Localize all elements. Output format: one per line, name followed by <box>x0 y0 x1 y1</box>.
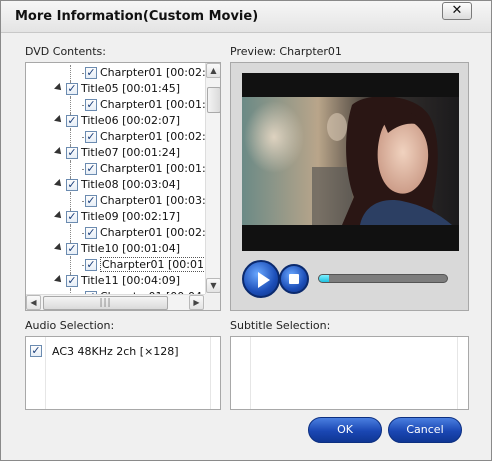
tree-node-chapter[interactable]: ✓Charpter01 [00:02:15 <box>26 65 205 81</box>
player-controls <box>242 259 459 301</box>
tree-node-chapter[interactable]: ✓Charpter01 [00:01:45 <box>26 97 205 113</box>
tree-node-checkbox[interactable]: ✓ <box>66 147 78 159</box>
tree-node-checkbox[interactable]: ✓ <box>85 131 97 143</box>
cancel-button[interactable]: Cancel <box>388 417 462 443</box>
subtitle-selection-list[interactable] <box>230 336 469 410</box>
tree-node-label: Charpter01 [00:02:15 <box>100 66 205 79</box>
tree-node-label: Title07 [00:01:24] <box>81 146 181 159</box>
tree-vertical-scrollbar[interactable]: ▲ ▼ <box>205 63 220 294</box>
tree-node-title[interactable]: ✓ Title08 [00:03:04] <box>26 177 205 193</box>
column-divider <box>250 337 251 409</box>
tree-guide-line <box>70 225 71 241</box>
tree-horizontal-scrollbar[interactable]: ◀ ||| ▶ <box>26 294 205 310</box>
playback-progress-fill <box>319 275 330 282</box>
tree-node-checkbox[interactable]: ✓ <box>66 275 78 287</box>
scroll-down-arrow-icon[interactable]: ▼ <box>206 278 220 293</box>
audio-selection-label: Audio Selection: <box>25 319 115 332</box>
expand-arrow-icon[interactable] <box>54 83 64 93</box>
expand-arrow-icon[interactable] <box>54 275 64 285</box>
tree-node-label: Title10 [00:01:04] <box>81 242 181 255</box>
expand-arrow-icon[interactable] <box>54 179 64 189</box>
tree-node-label: Title09 [00:02:17] <box>81 210 181 223</box>
tree-node-checkbox[interactable]: ✓ <box>66 243 78 255</box>
ok-button[interactable]: OK <box>308 417 382 443</box>
preview-label: Preview: Charpter01 <box>230 45 342 58</box>
tree-node-checkbox[interactable]: ✓ <box>85 163 97 175</box>
tree-viewport: ✓Charpter01 [00:02:15✓Title05 [00:01:45]… <box>26 63 205 294</box>
audio-selection-list[interactable]: ✓ AC3 48KHz 2ch [×128] <box>25 336 221 410</box>
tree-node-chapter[interactable]: ✓Charpter01 [00:02:17 <box>26 225 205 241</box>
dvd-contents-tree[interactable]: ✓Charpter01 [00:02:15✓Title05 [00:01:45]… <box>25 62 221 311</box>
tree-node-chapter[interactable]: ✓Charpter01 [00:01:03 <box>26 257 205 273</box>
tree-node-label: Charpter01 [00:03:04 <box>100 194 205 207</box>
tree-node-label: Title11 [00:04:09] <box>81 274 181 287</box>
tree-node-checkbox[interactable]: ✓ <box>85 67 97 79</box>
tree-node-label: Title08 [00:03:04] <box>81 178 181 191</box>
expand-arrow-icon[interactable] <box>54 115 64 125</box>
tree-node-checkbox[interactable]: ✓ <box>66 179 78 191</box>
tree-node-title[interactable]: ✓ Title05 [00:01:45] <box>26 81 205 97</box>
tree-node-label: Charpter01 [00:01:03 <box>100 257 205 272</box>
tree-node-chapter[interactable]: ✓Charpter01 [00:03:04 <box>26 193 205 209</box>
tree-node-title[interactable]: ✓ Title10 [00:01:04] <box>26 241 205 257</box>
vertical-scroll-thumb[interactable] <box>207 87 220 113</box>
audio-track-label: AC3 48KHz 2ch [×128] <box>52 345 179 358</box>
title-bar: More Information(Custom Movie) ✕ <box>1 1 491 33</box>
tree-node-checkbox[interactable]: ✓ <box>66 83 78 95</box>
tree-node-checkbox[interactable]: ✓ <box>85 99 97 111</box>
tree-node-label: Charpter01 [00:01:24 <box>100 162 205 175</box>
stop-button[interactable] <box>279 264 309 294</box>
tree-node-checkbox[interactable]: ✓ <box>66 115 78 127</box>
preview-panel <box>230 62 469 311</box>
play-button[interactable] <box>242 260 280 298</box>
tree-node-label: Charpter01 [00:01:45 <box>100 98 205 111</box>
tree-guide-line <box>70 65 71 81</box>
subtitle-selection-label: Subtitle Selection: <box>230 319 331 332</box>
dialog-window: More Information(Custom Movie) ✕ DVD Con… <box>0 0 492 461</box>
column-divider <box>45 337 46 409</box>
scroll-right-arrow-icon[interactable]: ▶ <box>189 295 204 310</box>
scrollbar-corner <box>205 294 220 310</box>
tree-node-label: Charpter01 [00:02:07 <box>100 130 205 143</box>
audio-track-checkbox[interactable]: ✓ <box>30 345 42 357</box>
column-divider <box>457 337 458 409</box>
expand-arrow-icon[interactable] <box>54 243 64 253</box>
tree-node-checkbox[interactable]: ✓ <box>85 195 97 207</box>
tree-node-title[interactable]: ✓ Title11 [00:04:09] <box>26 273 205 289</box>
tree-node-checkbox[interactable]: ✓ <box>85 259 97 271</box>
tree-guide-line <box>70 257 71 273</box>
tree-node-title[interactable]: ✓ Title06 [00:02:07] <box>26 113 205 129</box>
tree-node-chapter[interactable]: ✓Charpter01 [00:02:07 <box>26 129 205 145</box>
tree-node-label: Charpter01 [00:02:17 <box>100 226 205 239</box>
dvd-contents-label: DVD Contents: <box>25 45 106 58</box>
video-preview <box>242 73 459 251</box>
expand-arrow-icon[interactable] <box>54 147 64 157</box>
tree-node-label: Title05 [00:01:45] <box>81 82 181 95</box>
tree-node-chapter[interactable]: ✓Charpter01 [00:01:24 <box>26 161 205 177</box>
close-button[interactable]: ✕ <box>442 2 472 20</box>
tree-node-title[interactable]: ✓ Title09 [00:02:17] <box>26 209 205 225</box>
playback-progress-bar[interactable] <box>318 274 448 283</box>
tree-node-checkbox[interactable]: ✓ <box>85 227 97 239</box>
tree-node-checkbox[interactable]: ✓ <box>66 211 78 223</box>
tree-node-title[interactable]: ✓ Title07 [00:01:24] <box>26 145 205 161</box>
tree-guide-line <box>70 161 71 177</box>
scroll-up-arrow-icon[interactable]: ▲ <box>206 63 220 78</box>
expand-arrow-icon[interactable] <box>54 211 64 221</box>
scroll-left-arrow-icon[interactable]: ◀ <box>26 295 41 310</box>
horizontal-scroll-thumb[interactable]: ||| <box>43 296 168 310</box>
dialog-title: More Information(Custom Movie) <box>15 9 259 24</box>
tree-node-label: Title06 [00:02:07] <box>81 114 181 127</box>
tree-guide-line <box>70 129 71 145</box>
tree-guide-line <box>70 97 71 113</box>
column-divider <box>210 337 211 409</box>
video-frame-image <box>242 97 459 225</box>
tree-guide-line <box>70 193 71 209</box>
